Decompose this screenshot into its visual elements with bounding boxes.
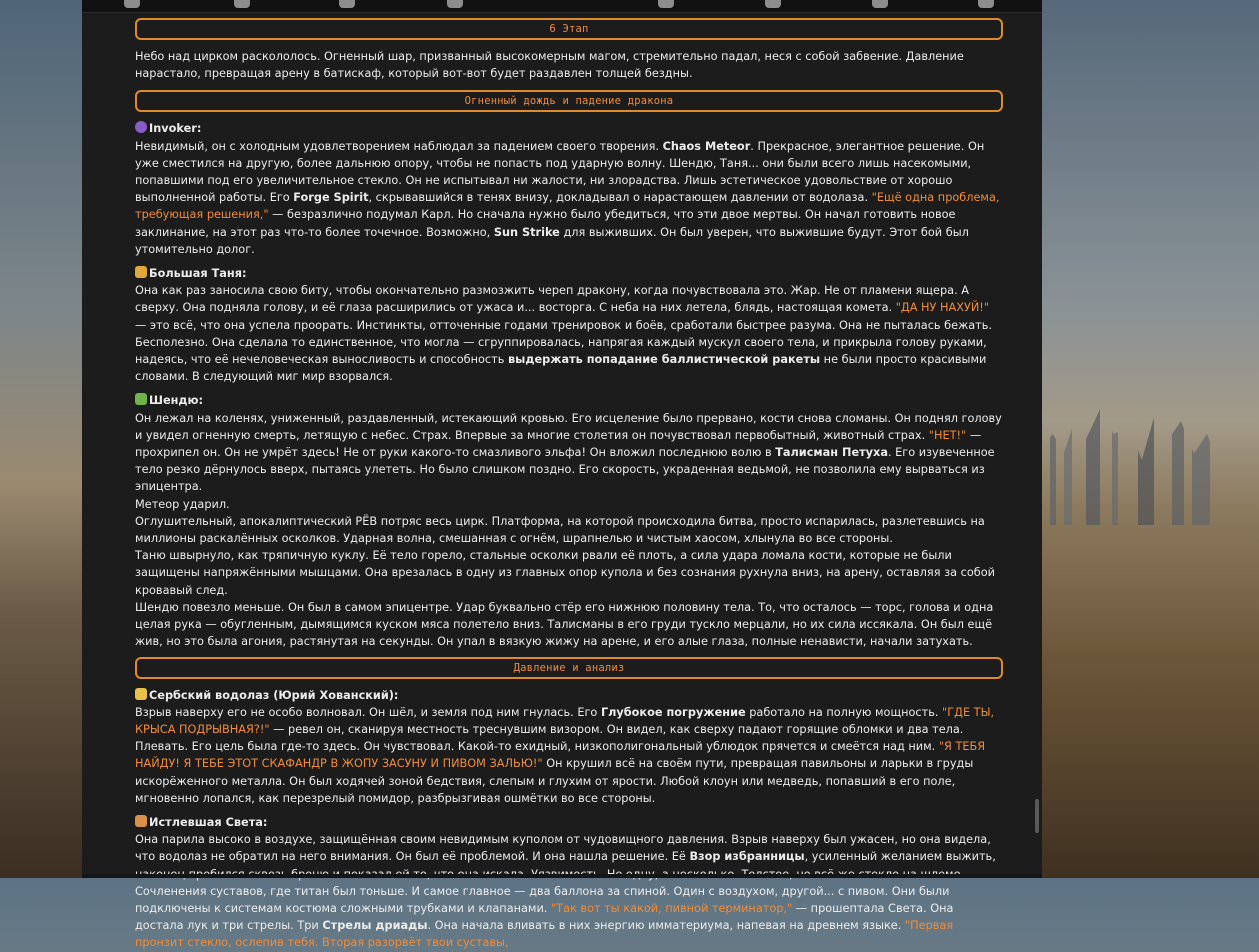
extensions-icon[interactable] bbox=[765, 0, 781, 8]
beer-mug-icon bbox=[135, 687, 147, 700]
quote-text: "Так вот ты какой, пивной терминатор," bbox=[550, 901, 793, 915]
chat-panel: 6 Этап Небо над цирком раскололось. Огне… bbox=[82, 0, 1042, 949]
text: Таню швырнуло, как тряпичную куклу. Её т… bbox=[135, 549, 995, 597]
text: Она как раз заносила свою биту, чтобы ок… bbox=[135, 284, 970, 315]
dragon-icon bbox=[135, 393, 147, 406]
crystal-ball-icon bbox=[135, 121, 147, 134]
settings-icon[interactable] bbox=[124, 0, 140, 8]
character-name-invoker: Invoker: bbox=[149, 122, 202, 136]
text: Шендю повезло меньше. Он был в самом эпи… bbox=[135, 600, 994, 649]
user-icon[interactable] bbox=[978, 0, 994, 8]
emoji-icon[interactable] bbox=[872, 0, 888, 8]
invoker-block: Invoker: Невидимый, он с холодным удовле… bbox=[135, 120, 1003, 258]
pin-icon[interactable] bbox=[234, 0, 250, 8]
quote-text: "ДА НУ НАХУЙ!" bbox=[895, 301, 990, 315]
diver-block: Сербский водолаз (Юрий Хованский): Взрыв… bbox=[135, 687, 1003, 807]
bold-text: Forge Spirit bbox=[293, 191, 369, 205]
intro-paragraph: Небо над цирком раскололось. Огненный ша… bbox=[135, 50, 964, 81]
bold-text: Стрелы дриады bbox=[322, 919, 428, 933]
bold-text: Chaos Meteor bbox=[662, 139, 751, 153]
archer-icon bbox=[135, 814, 147, 827]
bold-text: Sun Strike bbox=[493, 225, 560, 239]
character-name-diver: Сербский водолаз (Юрий Хованский): bbox=[149, 688, 399, 702]
font-icon[interactable] bbox=[339, 0, 355, 8]
text: Невидимый, он с холодным удовлетворением… bbox=[135, 139, 663, 153]
bottom-border bbox=[82, 874, 1042, 878]
bold-text: Глубокое погружение bbox=[600, 705, 746, 719]
top-toolbar bbox=[82, 0, 1042, 13]
tanya-block: Большая Таня: Она как раз заносила свою … bbox=[135, 265, 1003, 385]
section-header-pressure: Давление и анализ bbox=[135, 656, 1003, 679]
quote-text: "НЕТ!" bbox=[928, 428, 967, 442]
bold-text: выдержать попадание баллистической ракет… bbox=[507, 353, 821, 367]
sveta-block: Истлевшая Света: Она парила высоко в воз… bbox=[135, 814, 1003, 952]
text: работало на полную мощность. bbox=[745, 705, 943, 719]
background-left bbox=[0, 0, 82, 878]
stage-header: 6 Этап bbox=[135, 18, 1003, 40]
text: Взрыв наверху его не особо волновал. Он … bbox=[135, 705, 601, 719]
image-icon[interactable] bbox=[658, 0, 674, 8]
character-name-tanya: Большая Таня: bbox=[149, 267, 247, 281]
character-name-shendu: Шендю: bbox=[149, 394, 204, 408]
section-header-fire-rain: Огненный дождь и падение дракона bbox=[135, 90, 1003, 113]
scrollbar-thumb[interactable] bbox=[1035, 799, 1039, 833]
text: . Она начала вливать в них энергию иммат… bbox=[427, 919, 905, 933]
text: , скрывавшийся в тенях внизу, докладывал… bbox=[368, 191, 872, 205]
message-content: 6 Этап Небо над цирком раскололось. Огне… bbox=[135, 18, 1003, 952]
bold-text: Талисман Петуха bbox=[775, 446, 888, 460]
character-name-sveta: Истлевшая Света: bbox=[149, 815, 268, 829]
text: Метеор ударил. bbox=[135, 497, 230, 511]
text: Оглушительный, апокалиптический РЁВ потр… bbox=[135, 514, 985, 546]
bold-text: Взор избранницы bbox=[689, 850, 805, 864]
flexed-biceps-icon bbox=[135, 266, 147, 279]
text: Он лежал на коленях, униженный, раздавле… bbox=[135, 411, 1002, 442]
script-icon[interactable] bbox=[447, 0, 463, 8]
shendu-block: Шендю: Он лежал на коленях, униженный, р… bbox=[135, 392, 1003, 650]
